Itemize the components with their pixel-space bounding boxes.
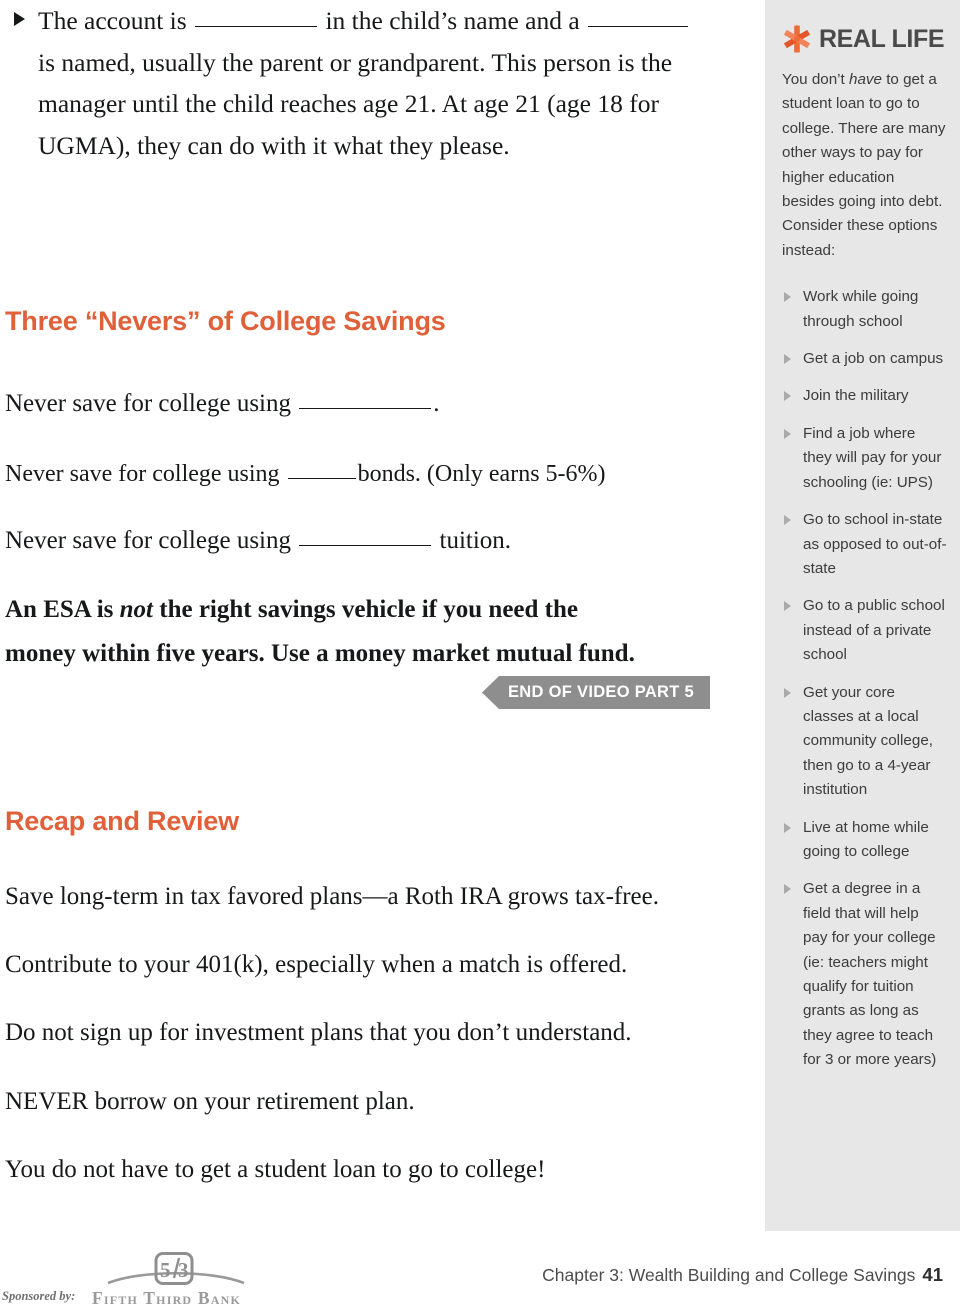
- bank-name-text: Fifth Third Bank: [92, 1288, 242, 1308]
- triangle-bullet-icon: [784, 428, 791, 439]
- asterisk-starburst-icon: [782, 24, 812, 54]
- never-1-after: .: [433, 390, 440, 417]
- page-number: 41: [922, 1264, 943, 1285]
- never-3-before: Never save for college using: [5, 527, 291, 554]
- triangle-bullet-icon: [784, 822, 791, 833]
- svg-text:3: 3: [178, 1258, 189, 1282]
- sidebar-intro-emphasis: have: [849, 71, 882, 88]
- sidebar-title: REAL LIFE: [819, 24, 945, 53]
- list-item-label: Live at home while going to college: [803, 818, 929, 860]
- never-2-after: bonds. (Only earns 5-6%): [357, 461, 606, 487]
- recap-line: Do not sign up for investment plans that…: [5, 1019, 632, 1046]
- never-2-before: Never save for college using: [5, 461, 280, 487]
- list-item: Get your core classes at a local communi…: [782, 681, 947, 803]
- fifth-third-53-logo: 5 3: [106, 1252, 246, 1288]
- fill-in-blank: [588, 26, 689, 27]
- list-item-label: Join the military: [803, 387, 909, 405]
- recap-line: Contribute to your 401(k), especially wh…: [5, 951, 628, 978]
- esa-note-emphasis: not: [119, 596, 153, 623]
- intro-text-part2: in the child’s name and a: [325, 6, 580, 35]
- list-item: Go to a public school instead of a priva…: [782, 594, 947, 667]
- triangle-bullet-icon: [784, 515, 791, 526]
- triangle-bullet-icon: [784, 884, 791, 895]
- triangle-bullet-icon: [784, 354, 791, 365]
- intro-text-part3: is named, usually the parent or grandpar…: [38, 47, 673, 160]
- never-line-2: Never save for college using bonds. (Onl…: [5, 455, 715, 493]
- recap-line: Save long-term in tax favored plans—a Ro…: [5, 883, 659, 910]
- sponsored-by-label: Sponsored by:: [2, 1289, 76, 1303]
- list-item: Work while going through school: [782, 285, 947, 334]
- esa-note: An ESA is not the right savings vehicle …: [5, 588, 655, 676]
- triangle-bullet-icon: [784, 292, 791, 303]
- triangle-bullet-icon: [784, 687, 791, 698]
- list-item: Find a job where they will pay for your …: [782, 422, 947, 495]
- intro-bullet-list: The account is in the child’s name and a…: [0, 0, 700, 166]
- section-heading-recap: Recap and Review: [5, 806, 239, 836]
- end-of-video-banner: END OF VIDEO PART 5: [482, 676, 710, 709]
- list-item-label: Get your core classes at a local communi…: [803, 683, 933, 799]
- list-item: Get a degree in a field that will help p…: [782, 877, 947, 1072]
- real-life-sidebar: REAL LIFE You don’t have to get a studen…: [765, 0, 960, 1231]
- svg-text:5: 5: [160, 1258, 171, 1282]
- list-item: Go to school in-state as opposed to out-…: [782, 508, 947, 581]
- never-3-after: tuition.: [439, 527, 512, 554]
- list-item-label: Find a job where they will pay for your …: [803, 424, 942, 491]
- sidebar-options-list: Work while going through school Get a jo…: [782, 285, 947, 1072]
- list-item: Get a job on campus: [782, 347, 947, 371]
- triangle-bullet-icon: [784, 601, 791, 612]
- sidebar-intro-text: You don’t have to get a student loan to …: [782, 68, 947, 263]
- sponsor-logo-block: Sponsored by: 5 3 Fifth Third Bank: [0, 1252, 260, 1313]
- fill-in-blank: [299, 545, 432, 546]
- list-item-label: Work while going through school: [803, 288, 919, 330]
- recap-line: You do not have to get a student loan to…: [5, 1156, 546, 1183]
- list-item-label: Get a degree in a field that will help p…: [803, 880, 937, 1069]
- never-line-3: Never save for college using tuition.: [5, 522, 715, 560]
- recap-line: NEVER borrow on your retirement plan.: [5, 1088, 415, 1115]
- list-item: The account is in the child’s name and a…: [0, 0, 700, 166]
- esa-note-pre: An ESA is: [5, 596, 114, 623]
- footer-chapter-line: Chapter 3: Wealth Building and College S…: [542, 1264, 943, 1286]
- sidebar-intro-pre: You don’t: [782, 71, 845, 88]
- never-1-before: Never save for college using: [5, 390, 291, 417]
- list-item-label: Get a job on campus: [803, 350, 944, 368]
- section-heading-nevers: Three “Nevers” of College Savings: [5, 306, 446, 336]
- intro-text-part1: The account is: [38, 6, 187, 35]
- sidebar-intro-post: to get a student loan to go to college. …: [782, 71, 946, 259]
- list-item-label: Go to school in-state as opposed to out-…: [803, 511, 947, 577]
- fill-in-blank: [299, 408, 432, 409]
- list-item: Join the military: [782, 384, 947, 408]
- fill-in-blank: [287, 478, 356, 479]
- chapter-title: Chapter 3: Wealth Building and College S…: [542, 1265, 916, 1285]
- fill-in-blank: [195, 26, 318, 27]
- document-page: The account is in the child’s name and a…: [0, 0, 960, 1313]
- sidebar-header: REAL LIFE: [782, 24, 947, 54]
- list-item-label: Go to a public school instead of a priva…: [803, 597, 945, 664]
- never-line-1: Never save for college using .: [5, 385, 715, 423]
- triangle-bullet-icon: [784, 391, 791, 402]
- list-item: Live at home while going to college: [782, 816, 947, 865]
- triangle-bullet-icon: [14, 12, 25, 26]
